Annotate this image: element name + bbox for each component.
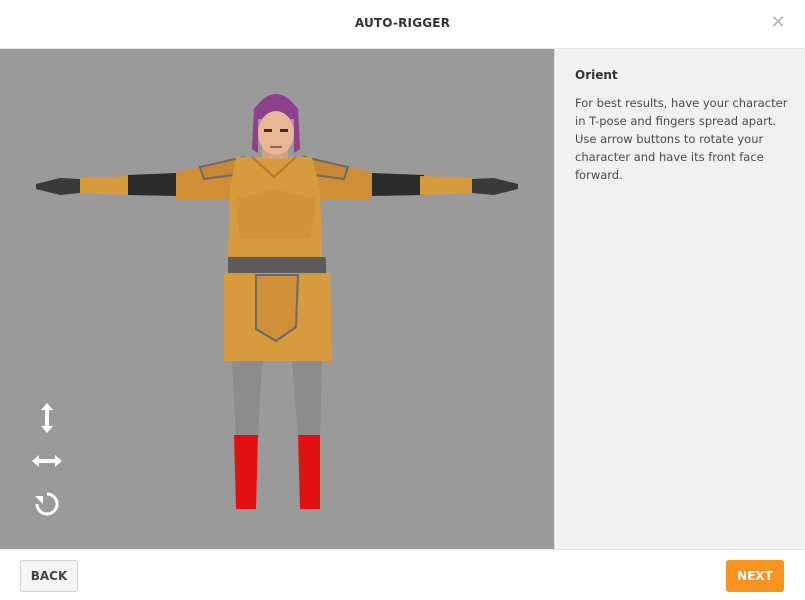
- right-hand: [472, 178, 518, 195]
- step-heading: Orient: [575, 68, 618, 82]
- instructions-panel: Orient For best results, have your chara…: [554, 49, 805, 549]
- dialog-footer: BACK NEXT: [0, 549, 805, 600]
- step-instructions: For best results, have your character in…: [575, 96, 788, 182]
- view-tools: [30, 401, 64, 530]
- left-boot: [234, 435, 258, 509]
- 3d-viewport[interactable]: [0, 49, 554, 549]
- dialog-header: AUTO-RIGGER ✕: [0, 0, 805, 49]
- character-model: [36, 94, 518, 509]
- belt: [228, 257, 326, 275]
- right-leg: [292, 361, 322, 437]
- left-leg: [232, 361, 262, 437]
- right-boot: [298, 435, 320, 509]
- right-glove: [372, 173, 424, 196]
- back-button[interactable]: BACK: [20, 560, 78, 592]
- close-icon[interactable]: ✕: [769, 14, 787, 32]
- dialog-title: AUTO-RIGGER: [354, 16, 451, 30]
- left-hand: [36, 178, 80, 195]
- vertical-arrows-icon[interactable]: [30, 401, 64, 435]
- rotate-icon[interactable]: [30, 487, 64, 521]
- next-button[interactable]: NEXT: [726, 560, 784, 592]
- left-glove: [128, 173, 176, 196]
- face: [258, 111, 294, 155]
- horizontal-arrows-icon[interactable]: [30, 444, 64, 478]
- right-forearm: [420, 176, 472, 195]
